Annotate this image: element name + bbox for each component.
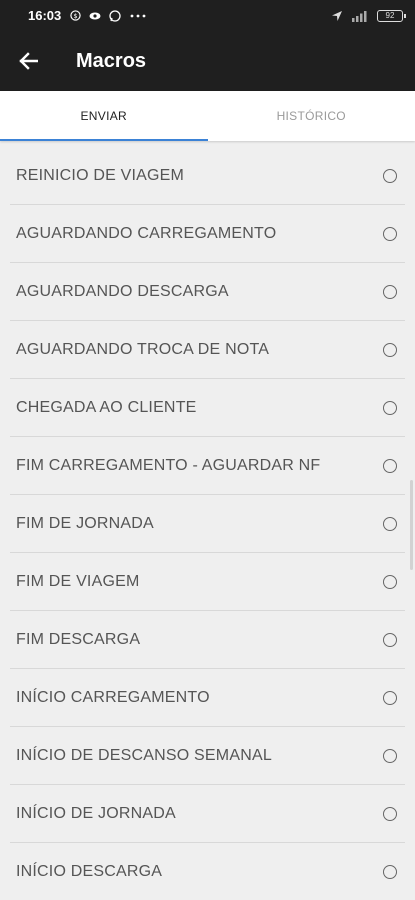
macro-label: AGUARDANDO CARREGAMENTO — [16, 225, 277, 242]
macro-item-fim-de-jornada[interactable]: FIM DE JORNADA — [0, 495, 415, 553]
macro-label: INÍCIO DESCARGA — [16, 863, 163, 880]
radio-unchecked-icon[interactable] — [383, 285, 397, 299]
macro-label: CHEGADA AO CLIENTE — [16, 399, 197, 416]
macro-label: FIM DE JORNADA — [16, 515, 154, 532]
whatsapp-icon — [109, 9, 121, 22]
status-bar: 16:03 $ 92 — [0, 0, 415, 31]
macro-item-inicio-de-jornada[interactable]: INÍCIO DE JORNADA — [0, 785, 415, 843]
app-bar: Macros — [0, 31, 415, 91]
macro-label: FIM CARREGAMENTO - AGUARDAR NF — [16, 457, 321, 474]
macro-label: INÍCIO DE DESCANSO SEMANAL — [16, 747, 272, 764]
tab-historico[interactable]: HISTÓRICO — [208, 91, 415, 141]
macro-label: FIM DE VIAGEM — [16, 573, 140, 590]
macro-label: INÍCIO DE JORNADA — [16, 805, 176, 822]
macro-item-fim-descarga[interactable]: FIM DESCARGA — [0, 611, 415, 669]
macro-label: INÍCIO CARREGAMENTO — [16, 689, 210, 706]
macro-label: AGUARDANDO TROCA DE NOTA — [16, 341, 270, 358]
macro-label: FIM DESCARGA — [16, 631, 141, 648]
more-notifications-icon — [129, 10, 147, 22]
scrollbar[interactable] — [410, 480, 413, 570]
macro-item-inicio-descarga[interactable]: INÍCIO DESCARGA — [0, 843, 415, 900]
signal-icon — [351, 10, 369, 22]
radio-unchecked-icon[interactable] — [383, 169, 397, 183]
macro-item-aguardando-troca-de-nota[interactable]: AGUARDANDO TROCA DE NOTA — [0, 321, 415, 379]
radio-unchecked-icon[interactable] — [383, 343, 397, 357]
macro-label: AGUARDANDO DESCARGA — [16, 283, 229, 300]
tab-bar: ENVIAR HISTÓRICO — [0, 91, 415, 141]
radio-unchecked-icon[interactable] — [383, 575, 397, 589]
macro-item-fim-carregamento-aguardar-nf[interactable]: FIM CARREGAMENTO - AGUARDAR NF — [0, 437, 415, 495]
radio-unchecked-icon[interactable] — [383, 807, 397, 821]
macro-item-reinicio-de-viagem[interactable]: REINICIO DE VIAGEM — [0, 147, 415, 205]
radio-unchecked-icon[interactable] — [383, 691, 397, 705]
back-button[interactable] — [0, 31, 56, 91]
tab-enviar[interactable]: ENVIAR — [0, 91, 208, 141]
radio-unchecked-icon[interactable] — [383, 401, 397, 415]
radio-unchecked-icon[interactable] — [383, 517, 397, 531]
radio-unchecked-icon[interactable] — [383, 227, 397, 241]
eye-icon — [89, 10, 101, 22]
radio-unchecked-icon[interactable] — [383, 459, 397, 473]
macro-item-fim-de-viagem[interactable]: FIM DE VIAGEM — [0, 553, 415, 611]
notification-icon: $ — [69, 10, 81, 22]
battery-icon: 92 — [377, 9, 406, 22]
radio-unchecked-icon[interactable] — [383, 633, 397, 647]
status-time: 16:03 — [28, 8, 62, 23]
location-icon — [331, 10, 343, 22]
svg-text:$: $ — [73, 12, 77, 20]
macro-item-aguardando-descarga[interactable]: AGUARDANDO DESCARGA — [0, 263, 415, 321]
macro-item-aguardando-carregamento[interactable]: AGUARDANDO CARREGAMENTO — [0, 205, 415, 263]
macro-label: REINICIO DE VIAGEM — [16, 167, 185, 184]
radio-unchecked-icon[interactable] — [383, 865, 397, 879]
macro-item-inicio-carregamento[interactable]: INÍCIO CARREGAMENTO — [0, 669, 415, 727]
macro-item-chegada-ao-cliente[interactable]: CHEGADA AO CLIENTE — [0, 379, 415, 437]
arrow-left-icon — [19, 52, 38, 70]
macro-list: REINICIO DE VIAGEM AGUARDANDO CARREGAMEN… — [0, 147, 415, 900]
macro-item-inicio-de-descanso-semanal[interactable]: INÍCIO DE DESCANSO SEMANAL — [0, 727, 415, 785]
page-title: Macros — [76, 49, 147, 72]
radio-unchecked-icon[interactable] — [383, 749, 397, 763]
